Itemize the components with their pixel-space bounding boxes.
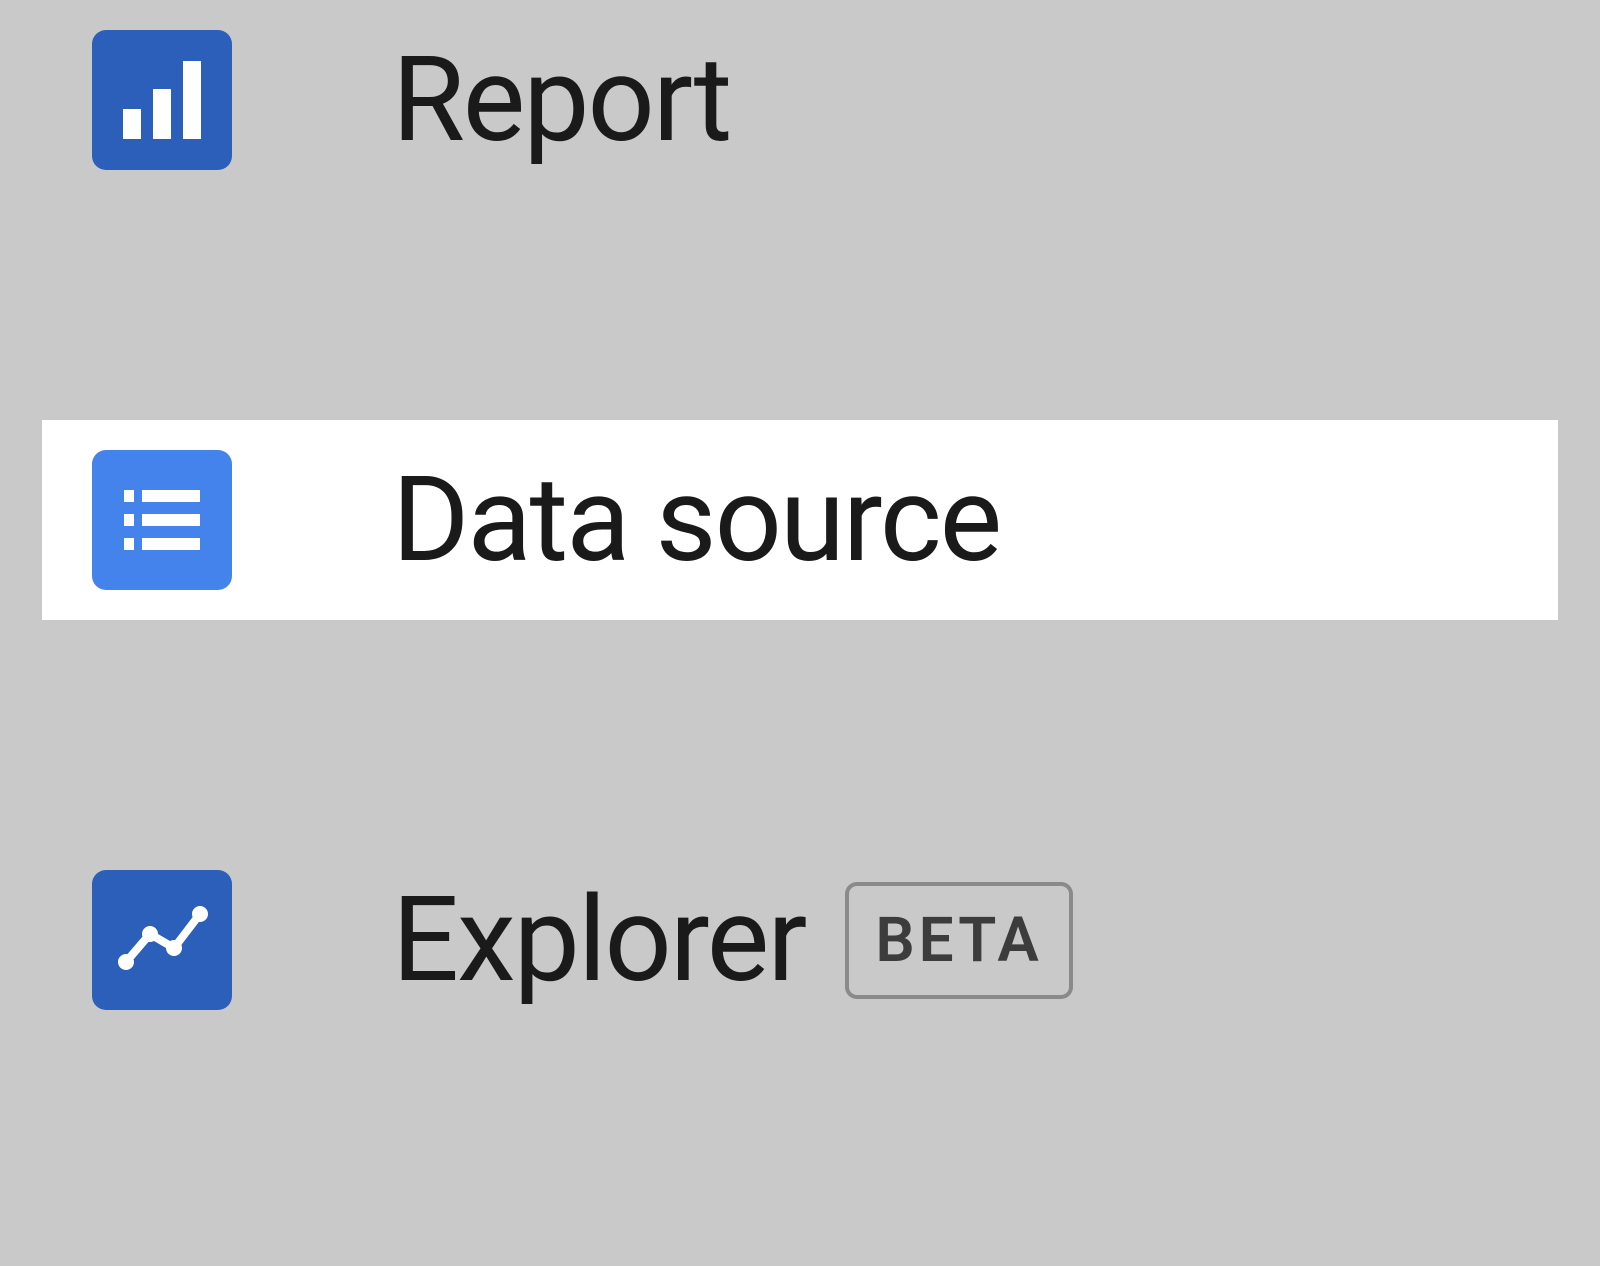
create-menu: Report Data source Expl	[0, 0, 1600, 1040]
list-icon	[92, 450, 232, 590]
bar-chart-icon	[92, 30, 232, 170]
menu-item-explorer[interactable]: Explorer BETA	[0, 840, 1600, 1040]
menu-item-label: Explorer	[392, 871, 805, 1009]
menu-item-label: Data source	[392, 451, 1000, 589]
spacer	[0, 200, 1600, 420]
line-chart-icon	[92, 870, 232, 1010]
menu-item-data-source[interactable]: Data source	[42, 420, 1558, 620]
menu-item-label: Report	[392, 31, 730, 169]
spacer	[0, 620, 1600, 840]
beta-badge: BETA	[845, 882, 1072, 999]
menu-item-report[interactable]: Report	[0, 0, 1600, 200]
